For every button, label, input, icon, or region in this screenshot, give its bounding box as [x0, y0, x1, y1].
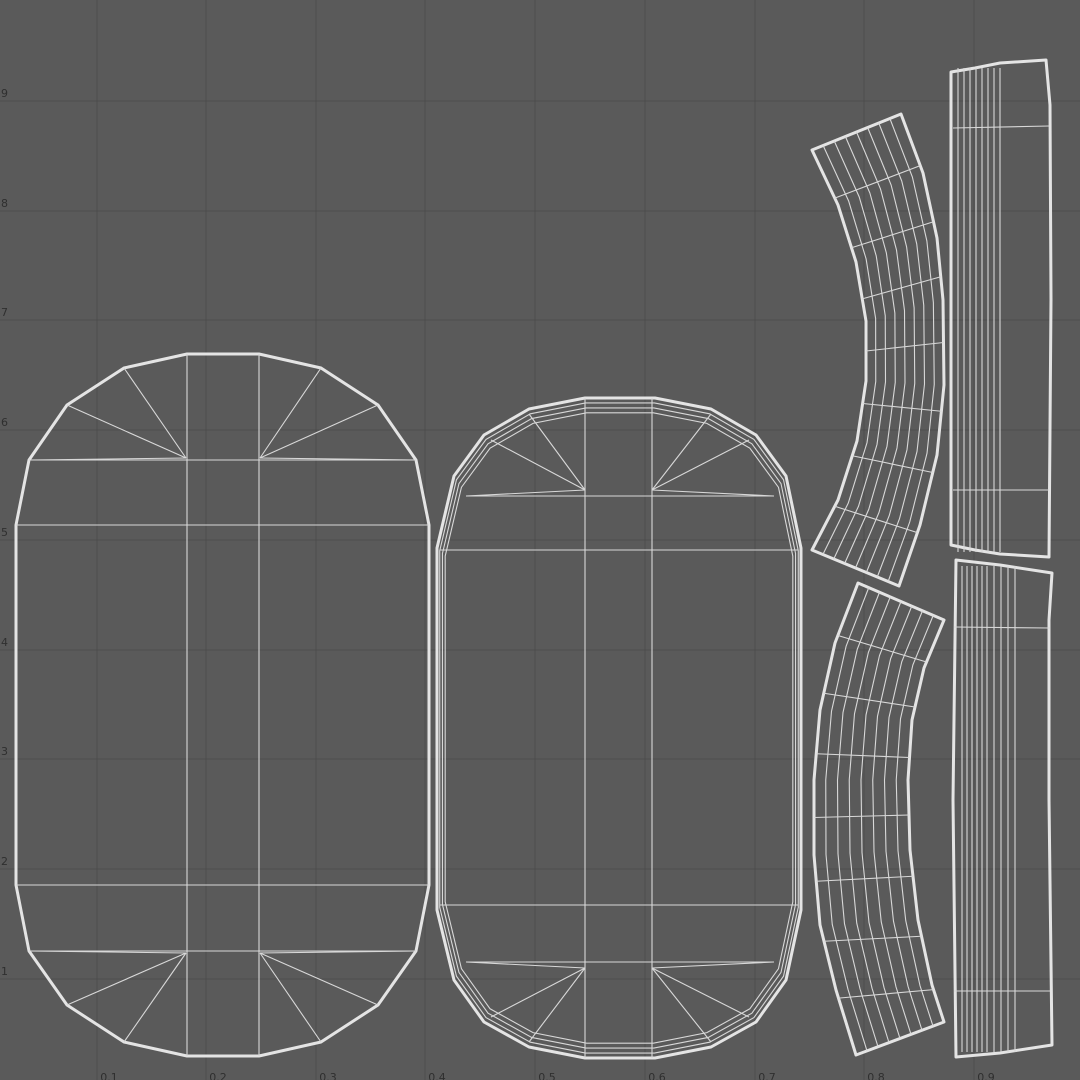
uv-edge: [837, 634, 927, 663]
uv-edge: [883, 610, 924, 1031]
uv-canvas[interactable]: 0.1 0.2 0.3 0.4 0.5 0.6 0.7 0.8 0.9 9 8 7 6 5 4 3 2 1: [0, 0, 1080, 1080]
v-axis-label: 5: [1, 526, 8, 539]
uv-edge: [490, 439, 586, 491]
uv-edge: [465, 489, 586, 497]
uv-edge: [651, 961, 775, 969]
u-axis-label: 0.9: [977, 1071, 995, 1080]
uv-edge: [872, 605, 913, 1035]
uv-edge: [862, 276, 941, 300]
uv-edge: [838, 989, 934, 999]
uv-shell-straight-strip-lower[interactable]: [951, 558, 1054, 1059]
uv-edge: [953, 626, 1051, 629]
uv-shell-small-cap[interactable]: [435, 396, 803, 1060]
v-axis-label: 4: [1, 636, 8, 649]
u-axis-label: 0.6: [648, 1071, 666, 1080]
v-axis-label: 3: [1, 745, 8, 758]
u-axis-label: 0.3: [319, 1071, 337, 1080]
v-axis-label: 1: [1, 965, 8, 978]
uv-edge: [848, 596, 891, 1043]
uv-shell-border: [812, 581, 946, 1057]
uv-shell-border: [435, 396, 803, 1060]
u-axis-label: 0.4: [428, 1071, 446, 1080]
uv-edge: [528, 413, 586, 491]
v-axis-label: 9: [1, 87, 8, 100]
uv-edge: [651, 489, 775, 497]
uv-shell-straight-strip-upper[interactable]: [949, 58, 1053, 559]
uv-edge: [823, 692, 916, 708]
uv-edge: [465, 961, 586, 969]
uv-shell-curved-strip-lower[interactable]: [812, 581, 946, 1057]
uv-editor-viewport[interactable]: 0.1 0.2 0.3 0.4 0.5 0.6 0.7 0.8 0.9 9 8 7 6 5 4 3 2 1: [0, 0, 1080, 1080]
uv-edge: [651, 439, 750, 491]
u-axis-label: 0.8: [867, 1071, 885, 1080]
uv-shell-border: [951, 558, 1054, 1059]
uv-shell-border: [441, 407, 797, 1049]
v-axis-label: 2: [1, 855, 8, 868]
uv-edge: [844, 136, 896, 564]
v-axis-label: 7: [1, 306, 8, 319]
uv-edge: [834, 505, 918, 534]
uv-edge: [876, 122, 926, 578]
uv-shell-large-cap[interactable]: [14, 352, 431, 1058]
u-axis-label: 0.5: [538, 1071, 556, 1080]
u-axis-label: 0.7: [758, 1071, 776, 1080]
uv-shell-border: [949, 58, 1053, 559]
uv-shell-curved-strip-upper[interactable]: [810, 112, 946, 588]
uv-shell-border: [444, 412, 794, 1044]
uv-edge: [860, 601, 902, 1039]
uv-edge: [490, 967, 586, 1018]
uv-shell-border: [439, 402, 799, 1054]
uv-edge: [822, 145, 877, 555]
uv-edge: [651, 967, 750, 1018]
uv-shells: [14, 58, 1054, 1060]
v-axis-label: 6: [1, 416, 8, 429]
u-axis-label: 0.2: [209, 1071, 227, 1080]
v-axis-label: 8: [1, 197, 8, 210]
u-axis-label: 0.1: [100, 1071, 118, 1080]
uv-edge: [952, 125, 1050, 129]
uv-edge: [651, 413, 712, 491]
uv-edge: [854, 131, 906, 569]
